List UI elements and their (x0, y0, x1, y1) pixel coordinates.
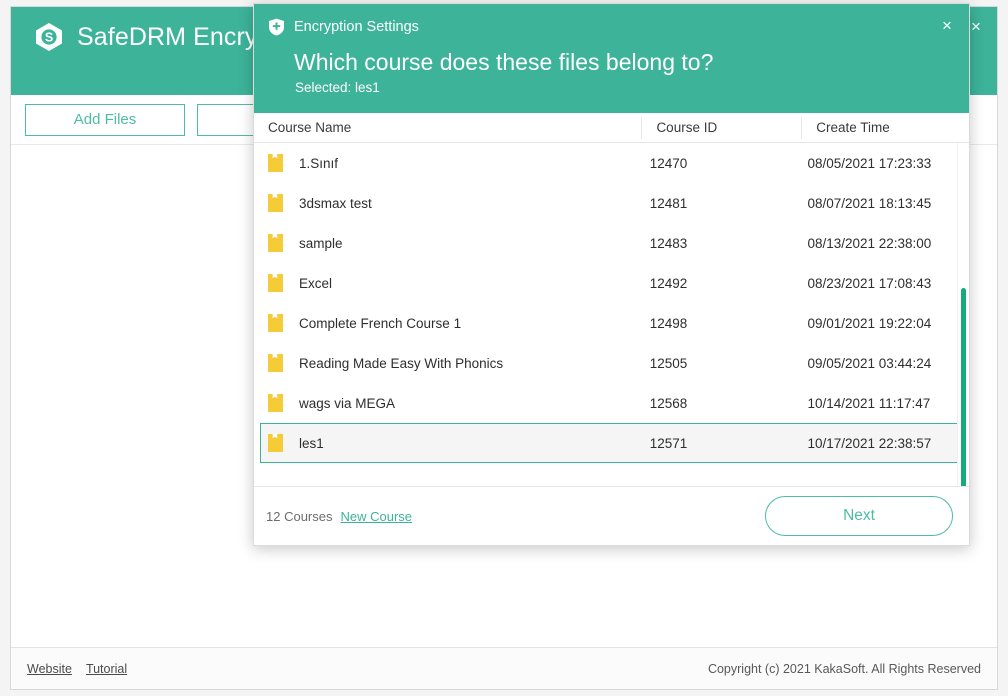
dialog-footer: 12 Courses New Course Next (254, 486, 969, 545)
dialog-titlebar: Encryption Settings (268, 18, 969, 36)
website-link[interactable]: Website (27, 662, 72, 676)
cell-course-name: 1.Sınıf (261, 154, 641, 172)
cell-create-time: 08/07/2021 18:13:45 (807, 195, 932, 211)
cell-course-id: 12568 (649, 395, 688, 411)
cell-course-name: wags via MEGA (261, 394, 641, 412)
svg-text:S: S (45, 31, 53, 45)
cell-create-time: 08/13/2021 22:38:00 (807, 235, 932, 251)
cell-course-name: Reading Made Easy With Phonics (261, 354, 641, 372)
app-footer: Website Tutorial Copyright (c) 2021 Kaka… (11, 647, 997, 689)
folder-icon (268, 354, 283, 372)
new-course-link[interactable]: New Course (340, 509, 412, 524)
cell-create-time: 10/17/2021 22:38:57 (807, 435, 932, 451)
course-name-text: Excel (299, 275, 333, 291)
table-scrollbar-thumb[interactable] (961, 288, 966, 486)
copyright-text: Copyright (c) 2021 KakaSoft. All Rights … (707, 661, 981, 676)
course-name-text: Reading Made Easy With Phonics (299, 355, 504, 371)
cell-course-name: les1 (261, 434, 641, 452)
cell-course-id: 12483 (649, 235, 688, 251)
table-vertical-scrollbar[interactable] (957, 143, 968, 486)
table-row[interactable]: Complete French Course 1 12498 09/01/2021 … (260, 303, 963, 343)
shield-plus-icon (268, 18, 285, 36)
cell-course-id: 12571 (649, 435, 688, 451)
dialog-footer-left: 12 Courses New Course (266, 509, 412, 524)
cell-course-id: 12505 (649, 355, 688, 371)
encryption-settings-dialog: Encryption Settings Which course does th… (253, 3, 970, 546)
dialog-question-heading: Which course does these files belong to? (294, 49, 714, 75)
folder-icon (268, 434, 283, 452)
folder-icon (268, 314, 283, 332)
course-name-text: wags via MEGA (299, 395, 396, 411)
cell-course-id: 12470 (649, 155, 688, 171)
course-name-text: les1 (299, 435, 324, 451)
cell-create-time: 10/14/2021 11:17:47 (807, 395, 931, 411)
folder-icon (268, 274, 283, 292)
table-row[interactable]: Reading Made Easy With Phonics 12505 09/05… (260, 343, 963, 383)
cell-course-name: 3dsmax test (261, 194, 641, 212)
dialog-selected-label: Selected: les1 (295, 80, 380, 95)
courses-count-label: 12 Courses (266, 508, 333, 524)
tutorial-link[interactable]: Tutorial (86, 662, 127, 676)
column-header-create-time[interactable]: Create Time (801, 116, 969, 139)
table-row[interactable]: 1.Sınıf 12470 08/05/2021 17:23:33 (260, 143, 963, 183)
cell-create-time: 08/05/2021 17:23:33 (807, 155, 932, 171)
course-name-text: sample (299, 235, 343, 251)
screen-canvas: S SafeDRM Encryption Support for video, … (0, 0, 1008, 696)
course-name-text: Complete French Course 1 (299, 315, 462, 331)
course-name-text: 3dsmax test (299, 195, 372, 211)
add-files-button[interactable]: Add Files (25, 103, 185, 136)
table-row[interactable]: sample 12483 08/13/2021 22:38:00 (260, 223, 963, 263)
cell-course-name: Excel (261, 274, 641, 292)
course-table-body: 1.Sınıf 12470 08/05/2021 17:23:33 3dsmax te… (254, 143, 969, 463)
cell-create-time: 09/05/2021 03:44:24 (807, 355, 932, 371)
safedrm-hexagon-logo-icon: S (33, 21, 65, 53)
dialog-title: Encryption Settings (294, 19, 419, 35)
cell-course-id: 12498 (649, 315, 688, 331)
table-row[interactable]: wags via MEGA 12568 10/14/2021 11:17:47 (260, 383, 963, 423)
cell-create-time: 09/01/2021 19:22:04 (807, 315, 932, 331)
dialog-header: Encryption Settings Which course does th… (254, 4, 969, 113)
folder-icon (268, 394, 283, 412)
table-row[interactable]: 3dsmax test 12481 08/07/2021 18:13:45 (260, 183, 963, 223)
cell-course-name: Complete French Course 1 (261, 314, 641, 332)
folder-icon (268, 234, 283, 252)
footer-links: Website Tutorial (27, 662, 127, 676)
course-name-text: 1.Sınıf (299, 155, 339, 171)
cell-course-id: 12481 (649, 195, 688, 211)
next-button[interactable]: Next (765, 496, 953, 536)
column-header-course-name[interactable]: Course Name (254, 117, 641, 139)
cell-create-time: 08/23/2021 17:08:43 (807, 275, 932, 291)
table-row[interactable]: Excel 12492 08/23/2021 17:08:43 (260, 263, 963, 303)
cell-course-name: sample (261, 234, 641, 252)
table-row[interactable]: les1 12571 10/17/2021 22:38:57 (260, 423, 963, 463)
column-header-course-id[interactable]: Course ID (641, 116, 801, 139)
folder-icon (268, 154, 283, 172)
cell-course-id: 12492 (649, 275, 688, 291)
course-table-scroll-area: 1.Sınıf 12470 08/05/2021 17:23:33 3dsmax te… (254, 143, 969, 486)
folder-icon (268, 194, 283, 212)
course-table-header: Course Name Course ID Create Time (254, 113, 969, 143)
dialog-close-icon[interactable]: × (934, 12, 960, 38)
